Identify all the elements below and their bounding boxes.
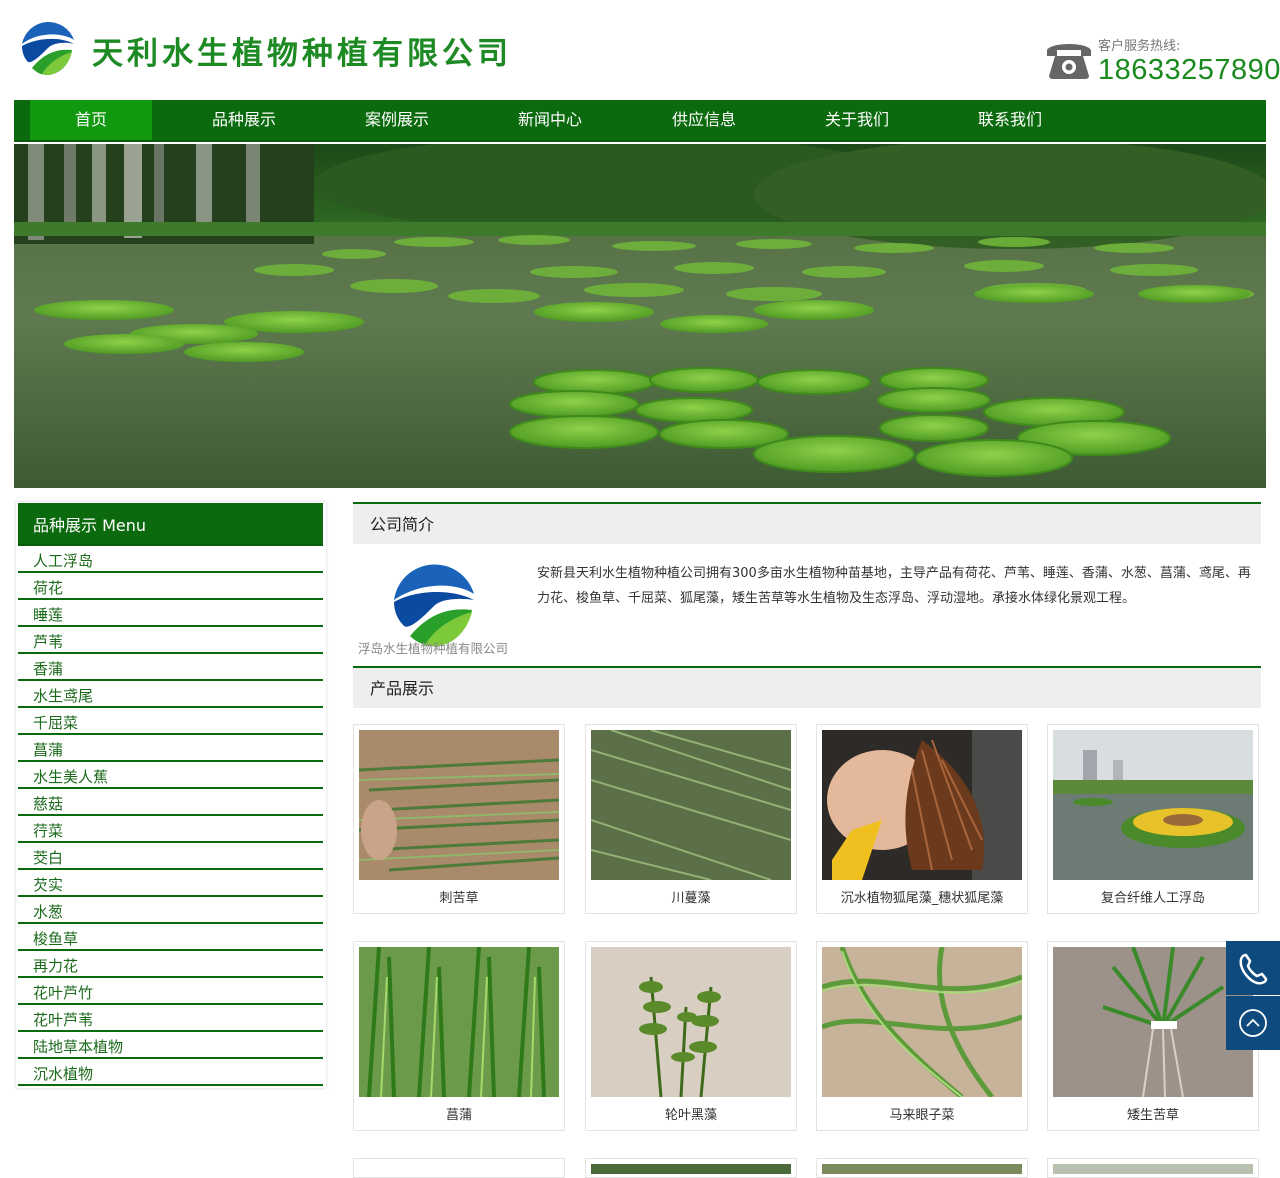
intro-logo-caption: 浮岛水生植物种植有限公司: [358, 641, 509, 656]
sidebar-menu: 品种展示 Menu 人工浮岛 荷花 睡莲 芦苇 香蒲 水生鸢尾 千屈菜 菖蒲 水…: [16, 502, 326, 1088]
nav-item-home[interactable]: 首页: [30, 100, 152, 140]
main-nav: 首页 品种展示 案例展示 新闻中心 供应信息 关于我们 联系我们: [14, 100, 1266, 142]
phone-icon: [1239, 953, 1268, 985]
nav-item-supply[interactable]: 供应信息: [643, 100, 765, 140]
product-card[interactable]: 沉水植物狐尾藻_穗状狐尾藻: [816, 724, 1028, 914]
product-name[interactable]: 沉水植物狐尾藻_穗状狐尾藻: [817, 887, 1027, 906]
sidebar-item-arrowhead[interactable]: 慈菇: [18, 789, 323, 816]
product-image[interactable]: [822, 947, 1022, 1097]
product-image[interactable]: [591, 947, 791, 1097]
product-name[interactable]: 轮叶黑藻: [586, 1104, 796, 1123]
sidebar-item-lotus[interactable]: 荷花: [18, 573, 323, 600]
sidebar-item-submerged-plants[interactable]: 沉水植物: [18, 1059, 323, 1086]
banner-image: [14, 144, 1266, 488]
sidebar-item-pickerelweed[interactable]: 梭鱼草: [18, 924, 323, 951]
nav-item-about[interactable]: 关于我们: [796, 100, 918, 140]
nav-item-varieties[interactable]: 品种展示: [183, 100, 305, 140]
product-name[interactable]: 复合纤维人工浮岛: [1048, 887, 1258, 906]
product-image[interactable]: [1053, 730, 1253, 880]
back-to-top-button[interactable]: [1226, 996, 1280, 1050]
product-name[interactable]: 马来眼子菜: [817, 1104, 1027, 1123]
product-image[interactable]: [822, 1164, 1022, 1174]
product-image[interactable]: [1053, 947, 1253, 1097]
product-card[interactable]: 轮叶黑藻: [585, 941, 797, 1131]
intro-text: 安新县天利水生植物种植公司拥有300多亩水生植物种苗基地，主导产品有荷花、芦苇、…: [537, 566, 1251, 606]
sidebar-item-water-iris[interactable]: 水生鸢尾: [18, 681, 323, 708]
site-header: 天利水生植物种植有限公司 客户服务热线: 18633257890: [0, 0, 1280, 100]
product-image[interactable]: [359, 730, 559, 880]
nav-item-news[interactable]: 新闻中心: [489, 100, 611, 140]
product-image[interactable]: [591, 1164, 791, 1174]
sidebar-item-bulrush[interactable]: 水葱: [18, 897, 323, 924]
sidebar-item-land-herbs[interactable]: 陆地草本植物: [18, 1032, 323, 1059]
sidebar-item-calamus[interactable]: 菖蒲: [18, 735, 323, 762]
product-image[interactable]: [822, 730, 1022, 880]
intro-logo: 浮岛水生植物种植有限公司: [358, 560, 522, 664]
sidebar-item-gorgon[interactable]: 芡实: [18, 870, 323, 897]
product-name[interactable]: 矮生苦草: [1048, 1104, 1258, 1123]
sidebar-title: 品种展示 Menu: [18, 503, 323, 546]
sidebar-item-water-canna[interactable]: 水生美人蕉: [18, 762, 323, 789]
sidebar-item-loosestrife[interactable]: 千屈菜: [18, 708, 323, 735]
product-card[interactable]: [585, 1158, 797, 1178]
product-name[interactable]: 菖蒲: [354, 1104, 564, 1123]
product-card[interactable]: 菖蒲: [353, 941, 565, 1131]
sidebar-item-cattail[interactable]: 香蒲: [18, 654, 323, 681]
product-image[interactable]: [591, 730, 791, 880]
sidebar-item-artificial-island[interactable]: 人工浮岛: [18, 546, 323, 573]
float-phone-button[interactable]: [1226, 941, 1280, 995]
arrow-up-circle-icon: [1239, 1009, 1267, 1037]
sidebar-list: 人工浮岛 荷花 睡莲 芦苇 香蒲 水生鸢尾 千屈菜 菖蒲 水生美人蕉 慈菇 荇菜…: [18, 546, 323, 1086]
sidebar-item-reed[interactable]: 芦苇: [18, 627, 323, 654]
product-name[interactable]: 川蔓藻: [586, 887, 796, 906]
sidebar-item-variegated-reed[interactable]: 花叶芦苇: [18, 1005, 323, 1032]
hero-banner: [14, 144, 1266, 488]
product-card[interactable]: 复合纤维人工浮岛: [1047, 724, 1259, 914]
product-card[interactable]: 马来眼子菜: [816, 941, 1028, 1131]
sidebar-item-thalia[interactable]: 再力花: [18, 951, 323, 978]
sidebar-item-water-bamboo[interactable]: 茭白: [18, 843, 323, 870]
intro-heading: 公司简介: [353, 502, 1261, 544]
hotline-number[interactable]: 18633257890: [1098, 54, 1280, 87]
sidebar-item-variegated-arundo[interactable]: 花叶芦竹: [18, 978, 323, 1005]
product-image[interactable]: [1053, 1164, 1253, 1174]
product-card[interactable]: 刺苦草: [353, 724, 565, 914]
product-card[interactable]: [1047, 1158, 1259, 1178]
product-card[interactable]: [353, 1158, 565, 1178]
products-heading: 产品展示: [353, 666, 1261, 708]
sidebar-item-floating-heart[interactable]: 荇菜: [18, 816, 323, 843]
company-name: 天利水生植物种植有限公司: [92, 36, 512, 72]
phone-icon: [1047, 44, 1091, 79]
nav-item-cases[interactable]: 案例展示: [336, 100, 458, 140]
product-image[interactable]: [359, 947, 559, 1097]
sidebar-item-water-lily[interactable]: 睡莲: [18, 600, 323, 627]
hotline-label: 客户服务热线:: [1098, 39, 1181, 54]
nav-item-contact[interactable]: 联系我们: [949, 100, 1071, 140]
product-card[interactable]: [816, 1158, 1028, 1178]
product-card[interactable]: 川蔓藻: [585, 724, 797, 914]
company-logo[interactable]: [18, 18, 78, 78]
product-name[interactable]: 刺苦草: [354, 887, 564, 906]
